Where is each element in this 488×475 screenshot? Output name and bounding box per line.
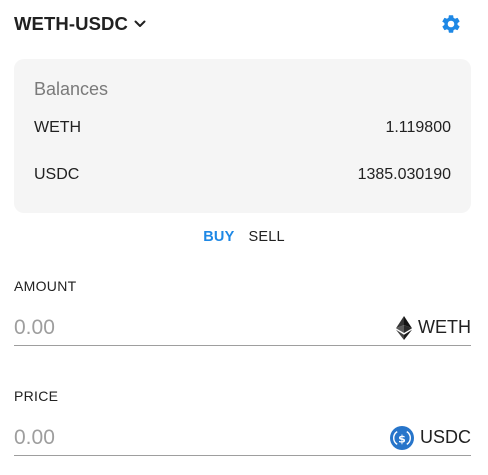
balances-title: Balances	[34, 79, 109, 99]
tab-sell[interactable]: SELL	[248, 229, 284, 251]
amount-field: WETH	[14, 310, 471, 346]
svg-text:$: $	[398, 432, 406, 445]
side-tabs: BUY SELL	[0, 229, 488, 251]
balance-token: USDC	[34, 166, 80, 183]
balance-token: WETH	[34, 119, 82, 136]
balances-card: Balances WETH 1.119800 USDC 1385.030190	[14, 59, 471, 213]
pair-title: WETH-USDC	[14, 13, 128, 34]
chevron-down-icon	[134, 20, 146, 28]
ethereum-icon	[396, 315, 412, 340]
balance-amount: 1385.030190	[357, 166, 451, 183]
gear-icon	[440, 13, 462, 35]
pair-selector[interactable]: WETH-USDC	[14, 12, 146, 36]
amount-token: WETH	[396, 315, 471, 340]
tab-buy[interactable]: BUY	[203, 229, 234, 251]
price-label: PRICE	[14, 388, 59, 404]
settings-button[interactable]	[438, 11, 464, 37]
balance-amount: 1.119800	[385, 119, 451, 136]
price-token-symbol: USDC	[419, 427, 471, 447]
balance-row-usdc: USDC 1385.030190	[34, 164, 451, 186]
amount-token-symbol: WETH	[418, 317, 471, 337]
trade-panel: WETH-USDC Balances WETH 1.119800 USDC 13…	[0, 0, 488, 475]
price-field: $ USDC	[14, 420, 471, 456]
amount-input[interactable]	[14, 310, 396, 345]
amount-label: AMOUNT	[14, 278, 77, 294]
balance-row-weth: WETH 1.119800	[34, 117, 451, 139]
price-input[interactable]	[14, 420, 390, 455]
price-token: $ USDC	[389, 425, 471, 450]
usdc-icon: $	[389, 425, 414, 450]
